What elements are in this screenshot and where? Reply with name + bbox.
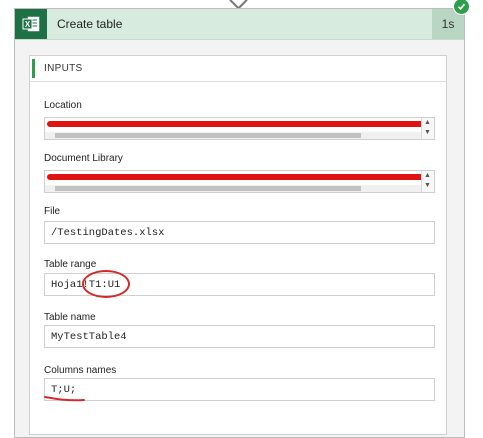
file-value: /TestingDates.xlsx <box>51 227 165 239</box>
check-icon <box>453 0 470 15</box>
excel-icon: X <box>15 9 47 39</box>
vertical-scroll-buttons[interactable]: ▲ ▼ <box>421 171 434 192</box>
annotation-underline <box>44 396 85 402</box>
redaction-mark <box>47 121 429 127</box>
action-header[interactable]: X Create table 1s <box>15 9 464 40</box>
file-label: File <box>44 206 61 217</box>
table-name-value: MyTestTable4 <box>51 331 127 343</box>
horizontal-scrollbar[interactable] <box>45 185 422 192</box>
file-field[interactable]: /TestingDates.xlsx <box>44 221 435 244</box>
document-library-field[interactable]: ▲ ▼ <box>44 170 435 193</box>
table-range-label: Table range <box>44 259 97 270</box>
scroll-down-icon[interactable]: ▼ <box>424 182 431 190</box>
scroll-up-icon[interactable]: ▲ <box>424 119 431 127</box>
location-label: Location <box>44 100 82 111</box>
scrollbar-thumb[interactable] <box>55 186 361 191</box>
columns-names-label: Columns names <box>44 365 117 376</box>
columns-names-field[interactable]: T;U; <box>44 378 435 401</box>
table-name-field[interactable]: MyTestTable4 <box>44 325 435 348</box>
section-accent-bar <box>32 59 35 78</box>
annotation-circle <box>82 270 130 298</box>
scroll-up-icon[interactable]: ▲ <box>424 172 431 180</box>
redaction-mark <box>47 174 427 180</box>
horizontal-scrollbar[interactable] <box>45 132 422 139</box>
table-name-label: Table name <box>44 312 96 323</box>
inputs-heading-label: INPUTS <box>44 63 83 74</box>
location-field[interactable]: ▲ ▼ <box>44 117 435 140</box>
action-title: Create table <box>57 17 123 31</box>
document-library-label: Document Library <box>44 153 123 164</box>
scrollbar-thumb[interactable] <box>55 133 361 138</box>
scroll-down-icon[interactable]: ▼ <box>424 129 431 137</box>
svg-text:X: X <box>25 20 31 29</box>
vertical-scroll-buttons[interactable]: ▲ ▼ <box>421 118 434 139</box>
inputs-heading[interactable]: INPUTS <box>30 56 446 82</box>
